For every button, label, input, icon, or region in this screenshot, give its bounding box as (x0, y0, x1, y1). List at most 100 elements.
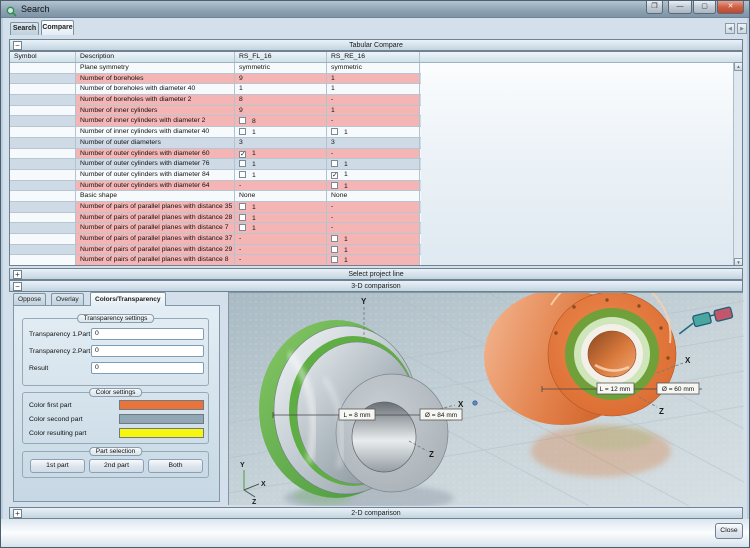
value-text: 1 (239, 85, 243, 93)
column-header-description[interactable]: Description (76, 52, 235, 62)
minimize-icon: — (676, 3, 684, 10)
close-button[interactable]: Close (715, 523, 743, 539)
triad-x-label: X (261, 481, 266, 488)
tab-compare[interactable]: Compare (41, 20, 74, 35)
color-resulting-part-swatch[interactable] (119, 428, 204, 438)
window-restore-button[interactable]: ❐ (646, 1, 663, 14)
tab-search[interactable]: Search (10, 22, 39, 35)
value-checkbox[interactable] (331, 181, 338, 189)
scroll-up-button[interactable]: ▲ (734, 62, 742, 71)
tabular-compare-bar[interactable]: − Tabular Compare (9, 39, 743, 51)
value-checkbox[interactable] (239, 117, 246, 125)
value-text: - (331, 213, 334, 221)
column-header-rsre16[interactable]: RS_RE_16 (327, 52, 420, 62)
value-checkbox[interactable] (331, 160, 338, 168)
first-part-button[interactable]: 1st part (30, 459, 85, 473)
table-row[interactable]: Number of pairs of parallel planes with … (10, 201, 421, 213)
window-maximize-button[interactable]: ▢ (693, 1, 716, 14)
table-row[interactable]: Number of inner cylinders 9 1 (10, 105, 421, 117)
table-row[interactable]: Plane symmetry symmetric symmetric (10, 63, 421, 74)
table-row[interactable]: Number of outer cylinders with diameter … (10, 169, 421, 181)
threed-comparison-bar[interactable]: − 3-D comparison (9, 280, 743, 292)
part2-model[interactable] (484, 293, 677, 425)
part-selection-title: Part selection (88, 447, 143, 456)
table-row[interactable]: Number of inner cylinders with diameter … (10, 127, 421, 138)
rsre16-value-cell: 1 (327, 73, 420, 84)
value-checkbox[interactable] (331, 128, 338, 136)
value-checkbox[interactable] (331, 245, 338, 253)
table-row[interactable]: Number of boreholes with diameter 2 8 - (10, 95, 421, 106)
description-cell: Number of boreholes with diameter 2 (76, 95, 235, 105)
twod-comparison-bar[interactable]: + 2-D comparison (9, 507, 743, 519)
table-row[interactable]: Number of pairs of parallel planes with … (10, 244, 421, 256)
tabular-compare-collapse-button[interactable]: − (13, 41, 22, 50)
value-checkbox[interactable] (331, 256, 338, 264)
tab-colors-transparency[interactable]: Colors/Transparency (90, 292, 166, 306)
tab-scroll-right-button[interactable]: ▶ (737, 23, 747, 34)
tab-scroll-left-button[interactable]: ◀ (725, 23, 735, 34)
table-scrollbar[interactable]: ▲ ▼ (733, 62, 742, 265)
select-project-expand-button[interactable]: + (13, 270, 22, 279)
symbol-cell (10, 212, 76, 223)
table-row[interactable]: Number of pairs of parallel planes with … (10, 212, 421, 224)
value-text: - (239, 245, 242, 253)
rsre16-value-cell: 1 (327, 255, 420, 265)
value-checkbox[interactable] (239, 128, 246, 136)
table-row[interactable]: Basic shape None None (10, 191, 421, 202)
description-cell: Number of outer cylinders with diameter … (76, 180, 235, 191)
symbol-cell (10, 73, 76, 84)
column-header-symbol[interactable]: Symbol (10, 52, 76, 62)
color-resulting-part-label: Color resulting part (29, 429, 87, 437)
description-cell: Number of boreholes with diameter 40 (76, 84, 235, 95)
column-header-rsfl16[interactable]: RS_FL_16 (235, 52, 327, 62)
table-row[interactable]: Number of boreholes 9 1 (10, 73, 421, 85)
table-rows: Plane symmetry symmetric symmetric Number o… (10, 63, 421, 265)
value-checkbox[interactable] (239, 160, 246, 168)
select-project-line-bar[interactable]: + Select project line (9, 268, 743, 280)
scroll-down-button[interactable]: ▼ (734, 258, 742, 265)
threed-viewport[interactable]: Y X Z X Z L = 8 mm Ø = 84 mm L = 12 mm Ø… (228, 292, 744, 506)
rsre16-value-cell: None (327, 191, 420, 201)
value-text: symmetric (331, 64, 362, 71)
result-input[interactable]: 0 (91, 362, 204, 374)
window-minimize-button[interactable]: — (668, 1, 692, 14)
table-row[interactable]: Number of outer diameters 3 3 (10, 137, 421, 149)
table-row[interactable]: Number of outer cylinders with diameter … (10, 148, 421, 160)
description-cell: Number of pairs of parallel planes with … (76, 201, 235, 212)
threed-collapse-button[interactable]: − (13, 282, 22, 291)
symbol-cell (10, 159, 76, 169)
table-row[interactable]: Number of outer cylinders with diameter … (10, 180, 421, 192)
table-row[interactable]: Number of outer cylinders with diameter … (10, 159, 421, 170)
value-checkbox[interactable] (239, 224, 246, 232)
table-row[interactable]: Number of inner cylinders with diameter … (10, 116, 421, 128)
table-row[interactable]: Number of boreholes with diameter 40 1 1 (10, 84, 421, 96)
description-cell: Number of inner cylinders (76, 105, 235, 116)
color-first-part-swatch[interactable] (119, 400, 204, 410)
tab-oppose-label: Oppose (18, 296, 42, 303)
table-row[interactable]: Number of pairs of parallel planes with … (10, 255, 421, 265)
table-row[interactable]: Number of pairs of parallel planes with … (10, 223, 421, 234)
title-bar[interactable]: Search (1, 1, 749, 18)
value-checkbox[interactable] (239, 213, 246, 221)
twod-expand-button[interactable]: + (13, 509, 22, 518)
description-cell: Number of inner cylinders with diameter … (76, 127, 235, 137)
value-checkbox[interactable]: ✓ (239, 150, 246, 158)
value-checkbox[interactable] (239, 202, 246, 210)
window-close-button[interactable]: ✕ (717, 1, 744, 14)
transparency-2-input[interactable]: 0 (91, 345, 204, 357)
second-part-button[interactable]: 2nd part (89, 459, 144, 473)
app-icon (6, 4, 17, 17)
value-checkbox[interactable]: ✓ (331, 171, 338, 179)
tab-search-label: Search (12, 25, 37, 32)
symbol-cell (10, 201, 76, 212)
color-second-part-label: Color second part (29, 415, 83, 423)
transparency-1-input[interactable]: 0 (91, 328, 204, 340)
table-row[interactable]: Number of pairs of parallel planes with … (10, 234, 421, 245)
both-parts-button[interactable]: Both (148, 459, 203, 473)
tabular-compare-title: Tabular Compare (349, 42, 403, 49)
value-checkbox[interactable] (331, 235, 338, 242)
rsre16-value-cell: symmetric (327, 63, 420, 73)
color-second-part-swatch[interactable] (119, 414, 204, 424)
tab-overlay-label: Overlay (56, 296, 79, 303)
value-checkbox[interactable] (239, 170, 246, 178)
